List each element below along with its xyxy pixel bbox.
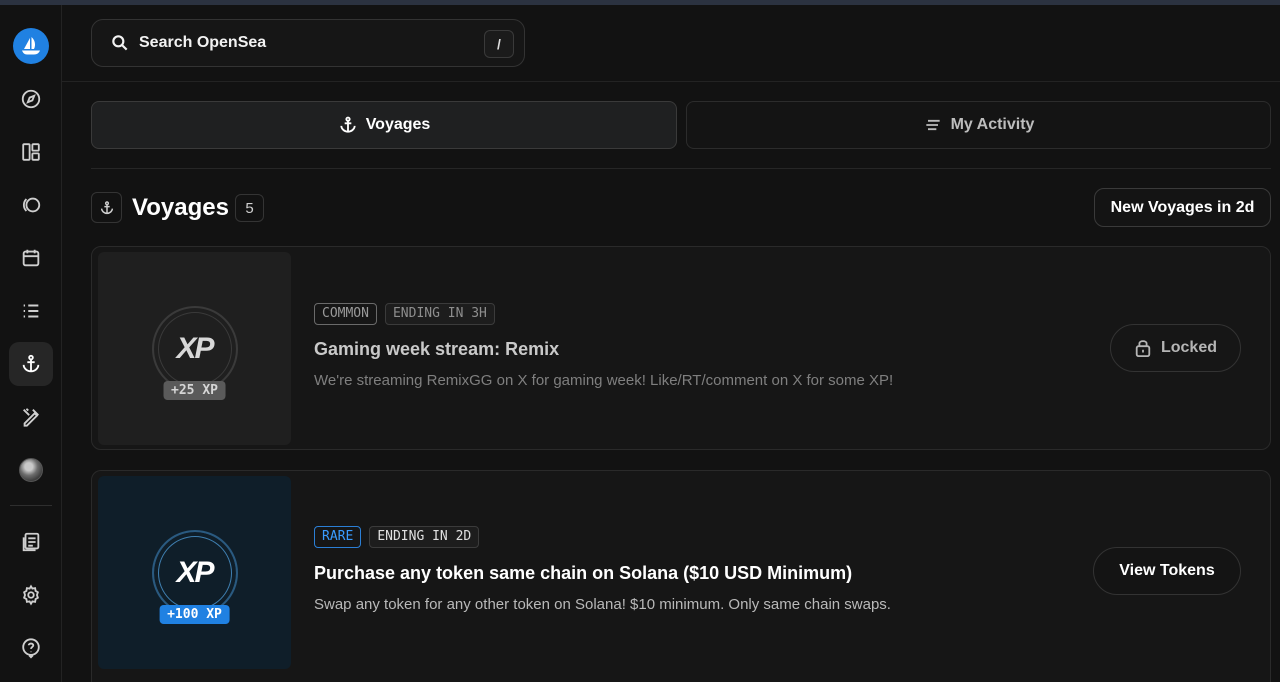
- section-icon-box: [91, 192, 122, 223]
- sidebar-item-collections[interactable]: [9, 130, 53, 174]
- anchor-icon: [340, 116, 356, 133]
- locked-button[interactable]: Locked: [1110, 324, 1241, 372]
- voyages-count-badge: 5: [235, 194, 264, 222]
- search-shortcut-key: /: [484, 30, 514, 58]
- anchor-icon: [100, 200, 113, 214]
- voyage-tags: RARE ENDING IN 2D: [314, 526, 480, 548]
- sidebar-item-calendar[interactable]: [9, 236, 53, 280]
- action-label: View Tokens: [1119, 562, 1215, 579]
- docs-icon: [22, 532, 40, 552]
- action-label: Locked: [1160, 339, 1217, 356]
- settings-icon: [23, 584, 39, 606]
- top-bar: Search OpenSea /: [62, 5, 1280, 82]
- opensea-logo-icon: [22, 37, 40, 55]
- search-icon: [112, 35, 128, 51]
- lock-icon: [1135, 340, 1151, 358]
- anchor-icon: [22, 354, 40, 373]
- xp-reward-badge: +100 XP: [159, 604, 230, 624]
- sidebar-item-activity[interactable]: [9, 289, 53, 333]
- voyage-description: Swap any token for any other token on So…: [314, 596, 891, 613]
- dashboard-icon: [22, 143, 40, 161]
- sidebar: [0, 5, 62, 682]
- sidebar-item-help[interactable]: [9, 626, 53, 670]
- view-tokens-button[interactable]: View Tokens: [1093, 547, 1241, 595]
- list-icon: [23, 304, 39, 318]
- rarity-tag: RARE: [314, 526, 362, 548]
- voyage-card: XP +100 XP RARE ENDING IN 2D Purchase an…: [91, 470, 1271, 682]
- ending-tag: ENDING IN 3H: [384, 303, 495, 325]
- voyage-thumbnail: XP +25 XP: [98, 252, 291, 445]
- studio-icon: [23, 408, 39, 427]
- voyage-title: Purchase any token same chain on Solana …: [314, 563, 853, 583]
- help-icon: [22, 638, 40, 659]
- new-voyages-button[interactable]: New Voyages in 2d: [1094, 188, 1271, 227]
- voyage-tags: COMMON ENDING IN 3H: [314, 303, 495, 325]
- xp-coin-icon: XP +25 XP: [151, 305, 238, 400]
- rarity-tag: COMMON: [314, 303, 377, 325]
- voyage-thumbnail: XP +100 XP: [98, 476, 291, 669]
- divider: [91, 168, 1271, 169]
- sidebar-item-settings[interactable]: [9, 573, 53, 617]
- sidebar-item-profile[interactable]: [9, 448, 53, 492]
- sidebar-item-docs[interactable]: [9, 520, 53, 564]
- xp-coin-icon: XP +100 XP: [151, 529, 238, 624]
- sidebar-item-discover[interactable]: [9, 77, 53, 121]
- tab-label: Voyages: [365, 116, 431, 133]
- sidebar-item-voyages[interactable]: [9, 342, 53, 386]
- xp-logo-text: XP: [176, 555, 214, 589]
- search-placeholder: Search OpenSea: [139, 34, 267, 51]
- sidebar-item-studio[interactable]: [9, 395, 53, 439]
- search-input[interactable]: Search OpenSea /: [91, 19, 525, 67]
- compass-icon: [21, 89, 41, 109]
- opensea-logo[interactable]: [13, 28, 49, 64]
- lines-icon: [925, 119, 940, 131]
- voyage-description: We're streaming RemixGG on X for gaming …: [314, 372, 894, 389]
- calendar-icon: [22, 249, 40, 267]
- tab-voyages[interactable]: Voyages: [91, 101, 677, 149]
- avatar: [19, 458, 43, 482]
- sidebar-divider: [10, 505, 52, 506]
- tab-my-activity[interactable]: My Activity: [686, 101, 1271, 149]
- voyage-title: Gaming week stream: Remix: [314, 339, 560, 359]
- page-title: Voyages: [132, 194, 229, 221]
- ending-tag: ENDING IN 2D: [369, 526, 480, 548]
- sidebar-item-drops[interactable]: [9, 183, 53, 227]
- xp-logo-text: XP: [176, 331, 214, 365]
- drops-icon: [22, 197, 41, 213]
- xp-reward-badge: +25 XP: [163, 380, 226, 400]
- tab-label: My Activity: [950, 116, 1035, 133]
- voyage-card: XP +25 XP COMMON ENDING IN 3H Gaming wee…: [91, 246, 1271, 450]
